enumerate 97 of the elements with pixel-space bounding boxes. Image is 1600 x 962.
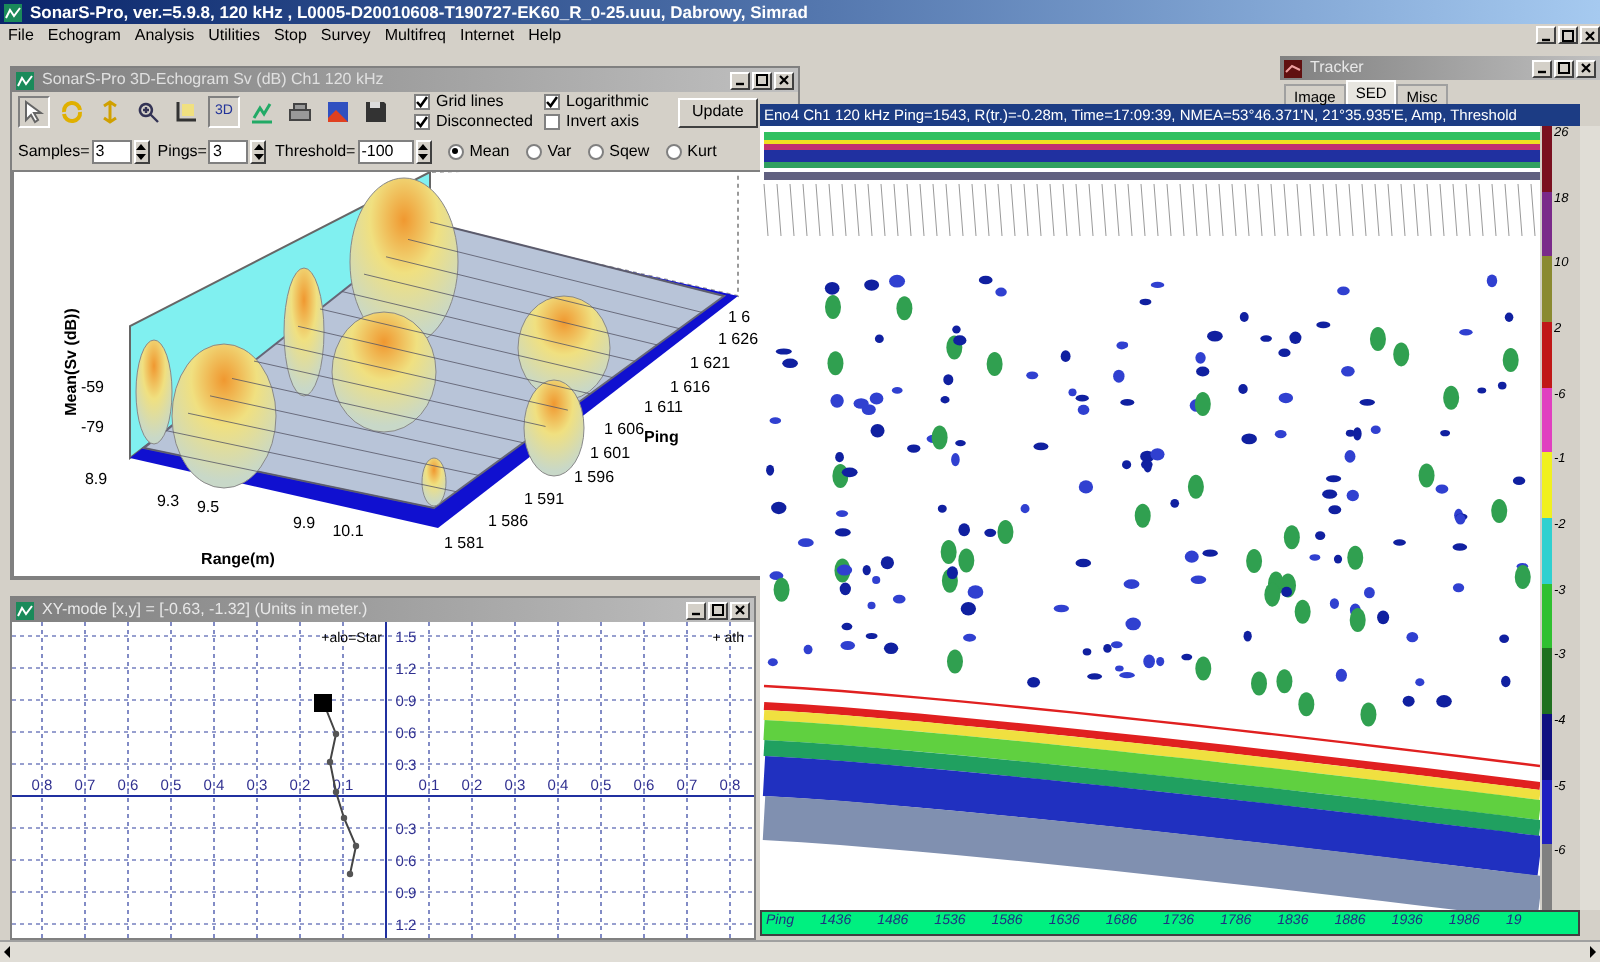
radio-label: Sqew <box>609 139 650 164</box>
axis-tick-label: 1 606 <box>604 420 645 438</box>
axis-tick-label: 1 581 <box>444 534 485 552</box>
left-arrow-icon <box>0 942 16 962</box>
close-icon <box>1584 29 1596 41</box>
close-icon <box>778 74 790 86</box>
axis-tick-label: 1 596 <box>574 468 615 486</box>
checkbox[interactable] <box>544 114 560 131</box>
spin-button[interactable] <box>133 139 150 164</box>
close-button[interactable] <box>1580 26 1600 44</box>
up-down-arrows-icon <box>418 143 429 160</box>
maximize-button[interactable] <box>752 71 772 89</box>
maximize-icon <box>1562 29 1574 41</box>
menu-item[interactable]: File <box>8 24 34 48</box>
pointer-button[interactable] <box>18 96 50 129</box>
radio-label: Var <box>547 139 572 164</box>
field-label: Samples= <box>18 139 90 164</box>
minimize-button[interactable] <box>730 71 750 89</box>
menu-item[interactable]: Survey <box>320 24 371 48</box>
axis-title: Ping <box>644 428 679 446</box>
axis-tick-label: 1 591 <box>524 490 565 508</box>
checkbox-label: Grid lines <box>436 90 504 114</box>
save-icon <box>364 100 388 125</box>
refresh-icon <box>60 100 84 125</box>
axis-tick-label: 9.5 <box>196 498 220 516</box>
app-icon <box>4 3 22 21</box>
axis-tick-label: 1 616 <box>670 378 711 396</box>
menu-item[interactable]: Utilities <box>208 24 260 48</box>
checkbox[interactable] <box>414 114 430 131</box>
minimize-button[interactable] <box>1536 26 1556 44</box>
radio-button[interactable] <box>665 143 682 160</box>
axis-title: Range(m) <box>201 550 275 568</box>
spin-button[interactable] <box>415 139 432 164</box>
field-label: Threshold= <box>274 139 356 164</box>
axis-tick-label: 8.9 <box>84 470 108 488</box>
radio-button[interactable] <box>525 143 542 160</box>
maximize-icon <box>712 604 724 616</box>
axis-tick-label: 1 621 <box>690 354 731 372</box>
radio-button[interactable] <box>447 143 464 160</box>
menu-item[interactable]: Stop <box>273 24 307 48</box>
radio-label: Mean <box>469 139 510 164</box>
checkbox-label: Logarithmic <box>566 90 649 114</box>
pointer-icon <box>22 100 46 125</box>
axis-tick-label: 9.3 <box>156 492 180 510</box>
right-arrow-icon <box>1584 942 1600 962</box>
frame-icon <box>174 100 198 125</box>
update-button[interactable]: Update <box>678 97 758 128</box>
window-title: SonarS-Pro, ver.=5.9.8, 120 kHz , L0005-D20010608-T190727-EK60_R_0-25.uuu, Dabrowy, Simrad <box>30 0 808 25</box>
move-icon <box>98 100 122 125</box>
checkbox-label: Disconnected <box>436 110 533 135</box>
menu-item[interactable]: Analysis <box>134 24 195 48</box>
close-button[interactable] <box>730 601 750 619</box>
close-button[interactable] <box>774 71 794 89</box>
chart-icon <box>250 100 274 125</box>
zoom-in-icon <box>136 100 160 125</box>
up-down-arrows-icon <box>136 143 147 160</box>
close-button[interactable] <box>1576 59 1596 77</box>
window-title: XY-mode [x,y] = [-0.63, -1.32] (Units in meter.) <box>42 598 370 622</box>
spin-button[interactable] <box>250 139 267 164</box>
field-label: Pings= <box>157 139 207 164</box>
axis-tick-label: 1 601 <box>590 444 631 462</box>
maximize-icon <box>756 74 768 86</box>
axis-tick-label: 1 586 <box>488 512 529 530</box>
axis-tick-label: 9.9 <box>292 514 316 532</box>
minimize-button[interactable] <box>686 601 706 619</box>
window-title: Tracker <box>1310 56 1366 80</box>
number-field[interactable]: 3 <box>208 139 249 164</box>
app-icon <box>16 71 34 89</box>
axis-tick-label: 1 611 <box>644 398 683 416</box>
axis-tick-label: 1 6 <box>728 308 751 326</box>
axis-tick-label: 10.1 <box>332 522 364 540</box>
menu-item[interactable]: Multifreq <box>384 24 446 48</box>
horizontal-scrollbar[interactable] <box>0 940 1600 962</box>
close-icon <box>1580 62 1592 74</box>
axis-title: Mean(Sv (dB)) <box>62 308 80 416</box>
menu-item[interactable]: Internet <box>460 24 515 48</box>
number-field[interactable]: 3 <box>91 139 132 164</box>
picture-icon <box>326 100 350 125</box>
axis-tick-label: -79 <box>80 418 104 436</box>
menu-item[interactable]: Echogram <box>47 24 121 48</box>
axis-tick-label: 1 626 <box>718 330 759 348</box>
close-icon <box>734 604 746 616</box>
print-icon <box>288 100 312 125</box>
maximize-button[interactable] <box>708 601 728 619</box>
radio-label: Kurt <box>687 139 717 164</box>
app-icon <box>1284 59 1302 77</box>
checkbox-label: Invert axis <box>566 110 639 135</box>
checkbox[interactable] <box>544 94 560 111</box>
number-field[interactable]: -100 <box>357 139 414 164</box>
radio-button[interactable] <box>587 143 604 160</box>
maximize-icon <box>1558 62 1570 74</box>
window-title: SonarS-Pro 3D-Echogram Sv (dB) Ch1 120 kHz <box>42 68 386 92</box>
minimize-button[interactable] <box>1532 59 1552 77</box>
menu-item[interactable]: Help <box>528 24 562 48</box>
checkbox[interactable] <box>414 94 430 111</box>
up-down-arrows-icon <box>253 143 264 160</box>
axis-tick-label: -59 <box>80 378 104 396</box>
